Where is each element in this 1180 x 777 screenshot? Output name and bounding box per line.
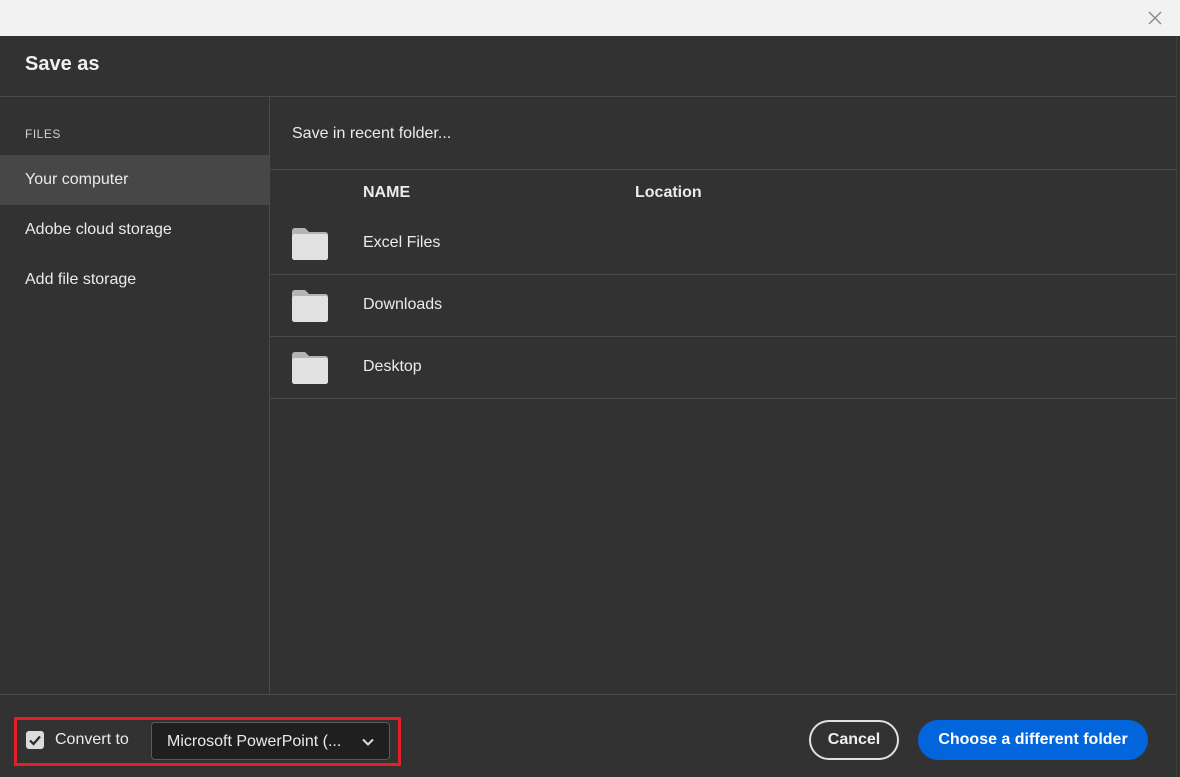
folder-icon [290,351,330,385]
sidebar-heading: FILES [25,127,61,141]
convert-format-dropdown[interactable]: Microsoft PowerPoint (... [151,722,390,760]
dialog-header: Save as [0,36,1176,97]
dialog-footer: Convert to Microsoft PowerPoint (... Can… [0,696,1176,777]
convert-label: Convert to [55,731,129,748]
sidebar: FILES Your computer Adobe cloud storage … [0,97,270,695]
column-header-name[interactable]: NAME [363,184,410,202]
dropdown-selected-value: Microsoft PowerPoint (... [167,733,342,750]
folder-name: Downloads [363,296,443,313]
sidebar-item-your-computer[interactable]: Your computer [0,155,269,205]
column-header-location[interactable]: Location [635,184,702,202]
sidebar-item-adobe-cloud-storage[interactable]: Adobe cloud storage [0,205,269,255]
choose-different-folder-button[interactable]: Choose a different folder [918,720,1148,760]
recent-folder-label: Save in recent folder... [292,125,452,142]
close-icon [1148,11,1162,25]
folder-icon [290,289,330,323]
folder-name: Desktop [363,358,422,375]
sidebar-item-label: Your computer [25,171,129,188]
window-top-bar [0,0,1180,36]
save-as-dialog: Save as FILES Your computer Adobe cloud … [0,36,1177,777]
folder-row-desktop[interactable]: Desktop [270,337,1177,399]
folder-row-excel-files[interactable]: Excel Files [270,213,1177,275]
recent-folders-panel: Save in recent folder... NAME Location E… [270,97,1177,695]
convert-checkbox[interactable] [26,731,44,749]
checkmark-icon [29,735,41,746]
sidebar-item-add-file-storage[interactable]: Add file storage [0,255,269,305]
chevron-down-icon [361,735,375,749]
folder-icon [290,227,330,261]
close-button[interactable] [1146,9,1164,27]
cancel-button[interactable]: Cancel [809,720,899,760]
dialog-title: Save as [25,53,100,75]
folder-row-downloads[interactable]: Downloads [270,275,1177,337]
table-header: NAME Location [270,169,1177,213]
sidebar-item-label: Add file storage [25,271,137,288]
folder-name: Excel Files [363,234,441,251]
sidebar-item-label: Adobe cloud storage [25,221,172,238]
